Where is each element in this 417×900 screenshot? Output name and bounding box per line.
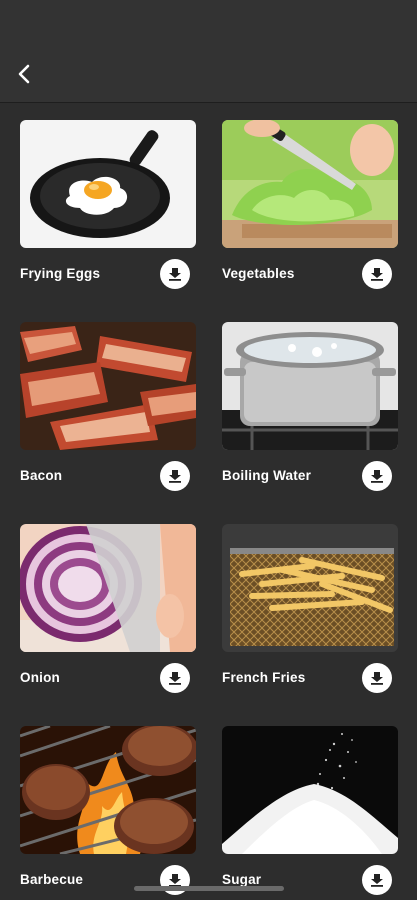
sugar-image[interactable] [222,726,398,854]
download-icon [169,268,181,281]
sound-label: Vegetables [222,266,295,281]
sound-label: Boiling Water [222,468,312,483]
download-icon [169,672,181,685]
back-button[interactable] [10,58,38,90]
sound-label: Sugar [222,872,262,887]
download-icon [371,874,383,887]
download-button[interactable] [160,663,190,693]
sound-label: Frying Eggs [20,266,101,281]
download-button[interactable] [362,461,392,491]
download-button[interactable] [362,663,392,693]
download-button[interactable] [362,865,392,895]
home-indicator[interactable] [134,886,284,891]
download-icon [371,268,383,281]
boiling-water-image[interactable] [222,322,398,450]
download-button[interactable] [160,259,190,289]
sound-label: French Fries [222,670,306,685]
top-bar [0,0,417,103]
chevron-left-icon [18,64,30,84]
frying-eggs-image[interactable] [20,120,196,248]
download-icon [169,470,181,483]
sound-label: Onion [20,670,60,685]
download-icon [371,672,383,685]
sound-label: Barbecue [20,872,84,887]
download-icon [169,874,181,887]
french-fries-image[interactable] [222,524,398,652]
onion-image[interactable] [20,524,196,652]
download-button[interactable] [160,461,190,491]
vegetables-image[interactable] [222,120,398,248]
download-icon [371,470,383,483]
bacon-image[interactable] [20,322,196,450]
sound-label: Bacon [20,468,63,483]
sound-grid: Frying Eggs Vegetables Bacon Boiling Wat… [0,103,417,900]
barbecue-image[interactable] [20,726,196,854]
download-button[interactable] [362,259,392,289]
